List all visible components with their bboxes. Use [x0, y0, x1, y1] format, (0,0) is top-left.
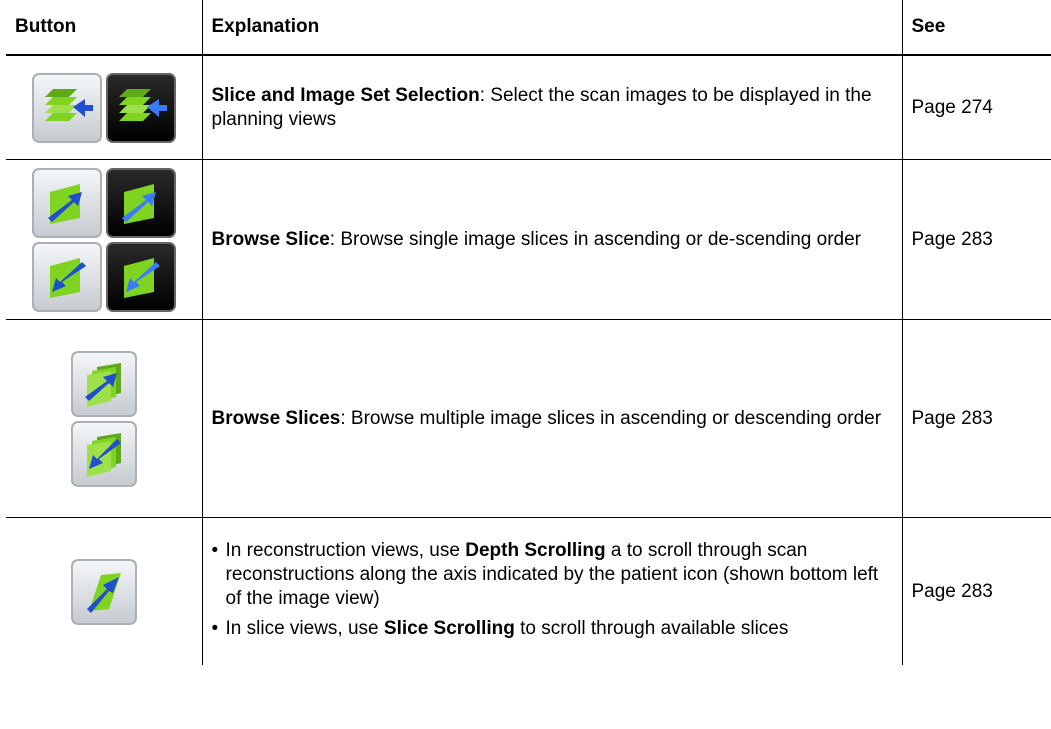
see-cell: Page 283	[901, 159, 1051, 320]
browse-slice-up-icon[interactable]	[31, 167, 102, 238]
header-see: See	[901, 0, 1051, 56]
slice-set-selection-active-icon[interactable]	[105, 72, 176, 143]
browse-slice-up-active-icon[interactable]	[105, 167, 176, 238]
explanation-cell: Browse Slices: Browse multiple image sli…	[201, 319, 902, 518]
term: Slice and Image Set Selection	[211, 84, 480, 106]
button-cell	[6, 55, 202, 160]
see-cell: Page 283	[901, 319, 1051, 518]
browse-slices-up-icon[interactable]	[70, 350, 137, 417]
depth-scrolling-icon[interactable]	[70, 558, 137, 625]
table-row: In reconstruction views, use Depth Scrol…	[6, 517, 1051, 666]
button-reference-table: Button Explanation See Slice and Image S…	[6, 0, 1051, 665]
table-row: Slice and Image Set Selection: Select th…	[6, 55, 1051, 160]
table-row: Browse Slice: Browse single image slices…	[6, 159, 1051, 320]
slice-set-selection-icon[interactable]	[31, 72, 102, 143]
browse-slice-down-active-icon[interactable]	[105, 241, 176, 312]
table-header-row: Button Explanation See	[6, 0, 1051, 56]
browse-slice-down-icon[interactable]	[31, 241, 102, 312]
browse-slices-down-icon[interactable]	[70, 420, 137, 487]
term: Browse Slice	[211, 228, 330, 250]
list-item: In slice views, use Slice Scrolling to s…	[212, 617, 893, 641]
table-row: Browse Slices: Browse multiple image sli…	[6, 319, 1051, 518]
explanation-cell: Browse Slice: Browse single image slices…	[201, 159, 902, 320]
header-explanation: Explanation	[201, 0, 902, 56]
list-item: In reconstruction views, use Depth Scrol…	[212, 539, 893, 611]
button-cell	[6, 159, 202, 320]
button-cell	[6, 518, 202, 666]
button-cell	[6, 319, 202, 518]
see-cell: Page 274	[901, 55, 1051, 160]
bullet-list: In reconstruction views, use Depth Scrol…	[212, 539, 893, 641]
description: : Browse multiple image slices in ascend…	[340, 407, 882, 429]
term: Browse Slices	[211, 407, 341, 429]
explanation-cell: In reconstruction views, use Depth Scrol…	[201, 517, 902, 665]
explanation-cell: Slice and Image Set Selection: Select th…	[201, 55, 902, 160]
header-button: Button	[6, 0, 202, 56]
see-cell: Page 283	[901, 517, 1051, 665]
description: : Browse single image slices in ascendin…	[329, 228, 862, 250]
